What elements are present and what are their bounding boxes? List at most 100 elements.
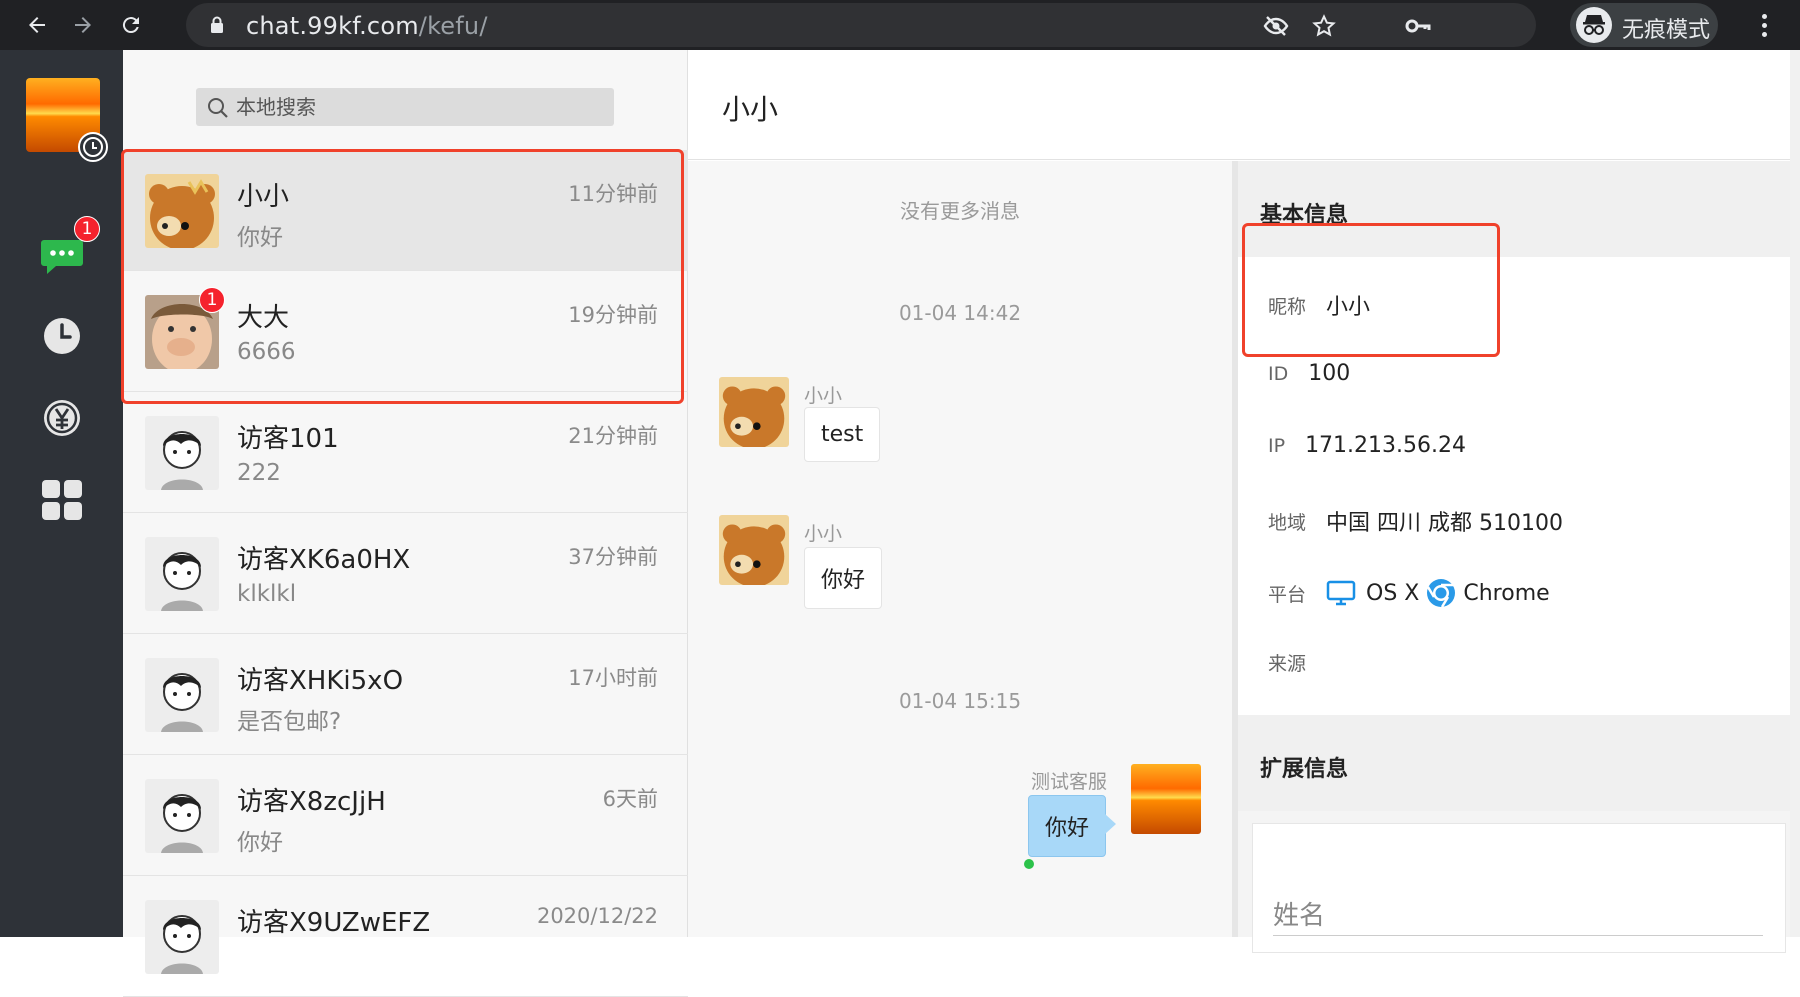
conversation-time: 21分钟前 bbox=[568, 424, 658, 448]
conversation-item[interactable]: 访客X8zcJjH 你好 6天前 bbox=[123, 755, 688, 876]
avatar bbox=[719, 377, 789, 447]
conversation-name: 小小 bbox=[237, 182, 290, 212]
conversation-preview: 是否包邮? bbox=[237, 709, 342, 735]
conversation-name: 访客XK6a0HX bbox=[237, 545, 411, 575]
conversation-preview: 6666 bbox=[237, 339, 296, 365]
guest-avatar-icon bbox=[145, 537, 219, 611]
conversation-item[interactable]: 访客101 222 21分钟前 bbox=[123, 392, 688, 513]
sent-status-dot bbox=[1024, 859, 1034, 869]
forward-arrow-icon[interactable] bbox=[66, 8, 100, 42]
browser-value: Chrome bbox=[1463, 580, 1550, 606]
search-box[interactable] bbox=[196, 88, 614, 126]
id-value: 100 bbox=[1308, 361, 1351, 386]
unread-badge: 1 bbox=[199, 287, 225, 313]
conversation-time: 2020/12/22 bbox=[536, 904, 658, 928]
message-bubble: 你好 bbox=[804, 547, 883, 609]
rail-history[interactable] bbox=[40, 314, 84, 358]
conversation-preview: 你好 bbox=[237, 225, 283, 251]
platform-row: 平台 OS X Chrome bbox=[1268, 577, 1550, 609]
conversation-time: 19分钟前 bbox=[568, 303, 658, 327]
conversation-name: 访客XHKi5xO bbox=[237, 666, 404, 696]
search-icon bbox=[208, 98, 228, 118]
incognito-icon bbox=[1576, 7, 1612, 43]
incognito-indicator[interactable]: 无痕模式 bbox=[1570, 3, 1718, 47]
rail-apps[interactable] bbox=[40, 478, 84, 522]
nickname-row: 昵称 小小 bbox=[1268, 289, 1370, 321]
conversation-time: 11分钟前 bbox=[568, 182, 658, 206]
left-rail: 1 bbox=[0, 50, 123, 937]
guest-avatar-icon bbox=[145, 416, 219, 490]
grid-icon bbox=[42, 480, 82, 520]
conversation-name: 访客X8zcJjH bbox=[237, 787, 386, 817]
conversation-list: 小小 你好 11分钟前 1 大大 6666 19分钟前 访客101 222 21… bbox=[121, 50, 688, 997]
conversation-name: 大大 bbox=[237, 303, 290, 333]
eye-off-icon[interactable] bbox=[1262, 12, 1290, 40]
status-clock-icon[interactable] bbox=[78, 132, 108, 162]
yen-icon bbox=[44, 400, 80, 436]
message-sender: 小小 bbox=[804, 385, 843, 407]
region-row: 地域 中国 四川 成都 510100 bbox=[1268, 505, 1563, 537]
message-sender: 测试客服 bbox=[1031, 771, 1108, 793]
conversation-name: 访客X9UZwEFZ bbox=[237, 908, 431, 938]
page-scrollbar[interactable] bbox=[1790, 50, 1800, 937]
key-icon[interactable] bbox=[1404, 12, 1432, 40]
source-row: 来源 bbox=[1268, 653, 1307, 675]
conversation-item[interactable]: 小小 你好 11分钟前 bbox=[123, 150, 688, 271]
timestamp: 01-04 14:42 bbox=[898, 301, 1022, 325]
chat-title: 小小 bbox=[722, 93, 779, 126]
browser-menu-icon[interactable] bbox=[1754, 8, 1774, 42]
guest-avatar-icon bbox=[145, 658, 219, 732]
message-bubble: test bbox=[804, 407, 881, 462]
conversation-preview: klklkl bbox=[237, 581, 297, 607]
guest-avatar-icon bbox=[145, 900, 219, 974]
messages-badge: 1 bbox=[74, 216, 100, 242]
conversation-time: 6天前 bbox=[602, 787, 658, 811]
id-row: ID 100 bbox=[1268, 361, 1351, 386]
search-input[interactable] bbox=[236, 92, 596, 122]
message-area: 没有更多消息 01-04 14:42 小小 test 小小 你好 01-04 1… bbox=[688, 161, 1232, 937]
extended-info-form bbox=[1252, 823, 1786, 953]
nickname-value: 小小 bbox=[1326, 295, 1371, 320]
os-value: OS X bbox=[1366, 580, 1420, 606]
basic-info-title: 基本信息 bbox=[1260, 203, 1349, 228]
conversation-preview: 你好 bbox=[237, 830, 283, 856]
conversation-time: 17小时前 bbox=[568, 666, 658, 690]
chat-bubble-icon bbox=[41, 240, 83, 274]
basic-info-body: 昵称 小小 ID 100 IP 171.213.56.24 地域 中国 四川 成… bbox=[1238, 257, 1800, 715]
desktop-icon bbox=[1326, 580, 1356, 606]
conversation-item[interactable]: 访客XHKi5xO 是否包邮? 17小时前 bbox=[123, 634, 688, 755]
avatar bbox=[145, 174, 219, 248]
message-bubble: 你好 bbox=[1028, 795, 1117, 857]
star-icon[interactable] bbox=[1310, 12, 1338, 40]
extended-info-title: 扩展信息 bbox=[1260, 757, 1349, 782]
basic-info-header: 基本信息 bbox=[1238, 161, 1800, 257]
rail-messages[interactable]: 1 bbox=[40, 216, 100, 280]
clock-icon bbox=[44, 318, 80, 354]
extended-info-header: 扩展信息 bbox=[1238, 715, 1800, 811]
incognito-label: 无痕模式 bbox=[1622, 18, 1711, 43]
name-input[interactable] bbox=[1273, 896, 1763, 936]
url-text: chat.99kf.com/kefu/ bbox=[246, 12, 488, 40]
address-bar[interactable]: chat.99kf.com/kefu/ bbox=[186, 3, 1536, 47]
agent-avatar bbox=[1131, 764, 1201, 834]
no-more-messages: 没有更多消息 bbox=[900, 199, 1020, 223]
avatar bbox=[719, 515, 789, 585]
conversation-time: 37分钟前 bbox=[568, 545, 658, 569]
visitor-info-panel: 基本信息 昵称 小小 ID 100 IP 171.213.56.24 地域 中国… bbox=[1232, 161, 1800, 953]
reload-icon[interactable] bbox=[114, 8, 148, 42]
back-arrow-icon[interactable] bbox=[20, 8, 54, 42]
chrome-icon bbox=[1427, 579, 1456, 608]
chat-header: 小小 bbox=[688, 50, 1800, 160]
ip-value: 171.213.56.24 bbox=[1305, 433, 1467, 458]
message-sender: 小小 bbox=[804, 523, 843, 545]
guest-avatar-icon bbox=[145, 779, 219, 853]
ip-row: IP 171.213.56.24 bbox=[1268, 433, 1467, 458]
rail-orders[interactable] bbox=[40, 396, 84, 440]
browser-toolbar: chat.99kf.com/kefu/ 无痕模式 bbox=[0, 0, 1800, 50]
timestamp: 01-04 15:15 bbox=[898, 689, 1022, 713]
lock-icon bbox=[211, 16, 223, 33]
conversation-item[interactable]: 访客XK6a0HX klklkl 37分钟前 bbox=[123, 513, 688, 634]
conversation-item[interactable]: 1 大大 6666 19分钟前 bbox=[123, 271, 688, 392]
region-value: 中国 四川 成都 510100 bbox=[1326, 511, 1563, 536]
conversation-preview: 222 bbox=[237, 460, 281, 486]
